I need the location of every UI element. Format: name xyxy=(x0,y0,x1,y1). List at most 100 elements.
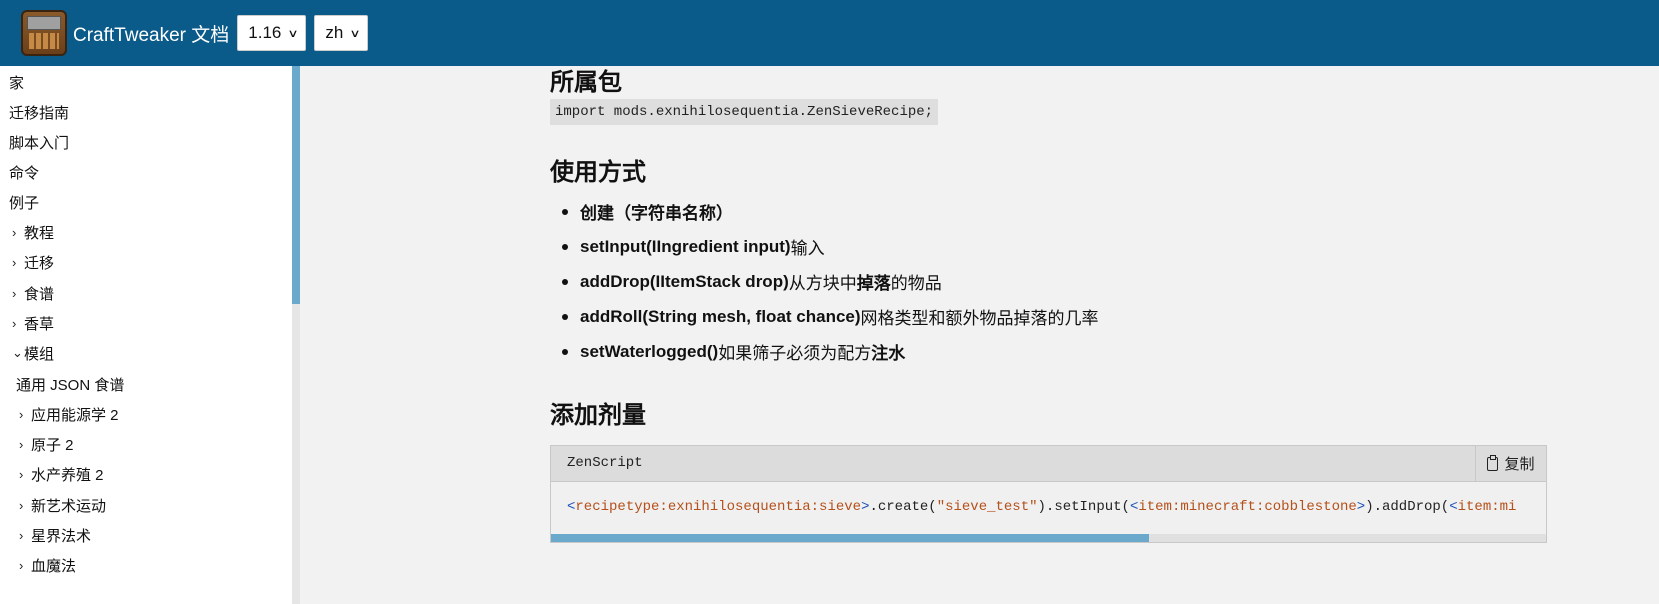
method-description-tail: 的物品 xyxy=(890,274,942,293)
method-description: 如果筛子必须为配方 xyxy=(718,344,872,363)
sidebar-item-blood-magic[interactable]: › 血魔法 xyxy=(19,552,76,578)
sidebar-item-label: 应用能源学 2 xyxy=(31,406,119,424)
method-signature: setWaterlogged() xyxy=(580,341,719,361)
sidebar-item-commands[interactable]: 命令 xyxy=(9,159,39,185)
chevron-right-icon: › xyxy=(19,466,24,482)
chevron-right-icon: › xyxy=(12,285,17,301)
chevron-right-icon: › xyxy=(19,527,24,543)
code-token: ).addDrop( xyxy=(1365,499,1450,515)
code-token: > xyxy=(1356,499,1366,515)
sidebar-item-label: 模组 xyxy=(24,345,55,363)
bullet-icon xyxy=(562,278,568,285)
chevron-right-icon: › xyxy=(12,315,17,331)
chevron-down-icon: ∨ xyxy=(287,27,300,40)
sidebar-item-art-nouveau[interactable]: › 新艺术运动 xyxy=(19,492,106,518)
package-heading: 所属包 xyxy=(550,69,622,96)
method-description: 网格类型和额外物品掉落的几率 xyxy=(860,309,1099,328)
chevron-right-icon: › xyxy=(12,224,17,240)
usage-list: 创建（字符串名称） setInput(IIngredient input) 输入 … xyxy=(562,194,1099,369)
sidebar-item-label: 香草 xyxy=(24,315,55,333)
code-token: "sieve_test" xyxy=(936,499,1038,515)
site-title[interactable]: CraftTweaker 文档 xyxy=(73,20,229,47)
sidebar-item-label: 迁移指南 xyxy=(9,104,70,122)
code-language-label: ZenScript xyxy=(567,455,643,471)
sidebar-item-label: 例子 xyxy=(9,194,40,212)
sidebar-scrollbar-thumb[interactable] xyxy=(292,66,300,304)
sidebar-item-getting-started[interactable]: 脚本入门 xyxy=(9,129,69,155)
code-token: ).setInput( xyxy=(1037,499,1130,515)
sidebar-item-label: 脚本入门 xyxy=(9,134,70,152)
import-code: import mods.exnihilosequentia.ZenSieveRe… xyxy=(550,99,939,125)
sidebar-item-applied-energistics-2[interactable]: › 应用能源学 2 xyxy=(19,401,119,427)
list-item: addDrop(IItemStack drop) 从方块中 掉落 的物品 xyxy=(562,264,1099,299)
method-description: 从方块中 xyxy=(788,274,857,293)
sidebar-item-astral-sorcery[interactable]: › 星界法术 xyxy=(19,522,91,548)
sidebar-item-migration-guide[interactable]: 迁移指南 xyxy=(9,99,69,125)
chevron-right-icon: › xyxy=(19,557,24,573)
list-item: setWaterlogged() 如果筛子必须为配方 注水 xyxy=(562,334,1099,369)
sidebar-item-mods[interactable]: ⌄ 模组 xyxy=(12,340,54,366)
sidebar-item-home[interactable]: 家 xyxy=(9,69,24,95)
chevron-right-icon: › xyxy=(19,406,24,422)
bullet-icon xyxy=(562,243,568,250)
sidebar-item-tutorials[interactable]: › 教程 xyxy=(12,219,54,245)
list-item: setInput(IIngredient input) 输入 xyxy=(562,229,1099,264)
sidebar-item-label: 原子 2 xyxy=(31,436,74,454)
top-bar: CraftTweaker 文档 1.16 ∨ zh ∨ xyxy=(0,0,1659,66)
code-token: item:minecraft:cobblestone xyxy=(1138,499,1357,515)
sidebar-item-recipes[interactable]: › 食谱 xyxy=(12,280,54,306)
sidebar-item-label: 星界法术 xyxy=(31,527,92,545)
version-select[interactable]: 1.16 ∨ xyxy=(237,15,307,51)
chevron-down-icon: ⌄ xyxy=(12,345,23,360)
sidebar-item-generic-json-recipes[interactable]: 通用 JSON 食谱 xyxy=(16,371,124,397)
sidebar-item-label: 家 xyxy=(9,74,25,92)
sidebar-item-label: 水产养殖 2 xyxy=(31,466,104,484)
sidebar-item-examples[interactable]: 例子 xyxy=(9,189,39,215)
sidebar-item-atum-2[interactable]: › 原子 2 xyxy=(19,431,74,457)
code-token: recipetype:exnihilosequentia:sieve xyxy=(575,499,862,515)
chevron-down-icon: ∨ xyxy=(349,27,362,40)
language-select[interactable]: zh ∨ xyxy=(314,15,369,51)
usage-heading: 使用方式 xyxy=(550,159,646,186)
list-item: addRoll(String mesh, float chance) 网格类型和额… xyxy=(562,299,1099,334)
chevron-right-icon: › xyxy=(12,254,17,270)
method-signature: addRoll(String mesh, float chance) xyxy=(580,306,861,326)
method-emphasis: 注水 xyxy=(871,344,906,363)
code-token: item:mi xyxy=(1457,499,1517,515)
crafting-table-logo-icon[interactable] xyxy=(21,10,67,56)
sidebar-item-label: 迁移 xyxy=(24,254,55,272)
sidebar-item-label: 血魔法 xyxy=(31,557,77,575)
method-emphasis: 掉落 xyxy=(856,274,891,293)
sidebar-item-label: 通用 JSON 食谱 xyxy=(16,376,125,394)
sidebar-item-label: 命令 xyxy=(9,164,40,182)
bullet-icon xyxy=(562,208,568,215)
clipboard-icon xyxy=(1487,454,1499,471)
code-block-header: ZenScript 复制 xyxy=(551,446,1546,482)
method-signature: addDrop(IItemStack drop) xyxy=(580,271,789,291)
code-block: ZenScript 复制 < recipetype:exnihilosequent… xyxy=(550,445,1547,543)
code-horizontal-scrollbar-thumb[interactable] xyxy=(551,534,1149,542)
copy-button-label: 复制 xyxy=(1504,456,1535,473)
code-token: .create( xyxy=(869,499,937,515)
code-token: < xyxy=(1449,499,1458,515)
sidebar-item-label: 教程 xyxy=(24,224,55,242)
sidebar-item-label: 食谱 xyxy=(24,285,55,303)
add-recipe-heading: 添加剂量 xyxy=(550,402,646,429)
sidebar-item-label: 新艺术运动 xyxy=(31,497,107,515)
language-select-value: zh xyxy=(325,23,344,42)
chevron-right-icon: › xyxy=(19,436,24,452)
chevron-right-icon: › xyxy=(19,497,24,513)
sidebar-nav: 家 迁移指南 脚本入门 命令 例子 › 教程 › 迁移 › 食谱 › 香草 ⌄ 模组 通用… xyxy=(0,66,293,604)
method-signature: setInput(IIngredient input) xyxy=(580,236,791,256)
version-select-value: 1.16 xyxy=(248,23,282,42)
bullet-icon xyxy=(562,348,568,355)
copy-button[interactable]: 复制 xyxy=(1475,446,1546,481)
method-signature: 创建（字符串名称） xyxy=(580,204,733,223)
list-item: 创建（字符串名称） xyxy=(562,194,1099,229)
sidebar-item-migration[interactable]: › 迁移 xyxy=(12,249,54,275)
sidebar-item-aquaculture-2[interactable]: › 水产养殖 2 xyxy=(19,461,104,487)
bullet-icon xyxy=(562,313,568,320)
sidebar-item-vanilla[interactable]: › 香草 xyxy=(12,310,54,336)
method-description: 输入 xyxy=(790,239,825,258)
code-line[interactable]: < recipetype:exnihilosequentia:sieve > .cre… xyxy=(567,499,1516,515)
